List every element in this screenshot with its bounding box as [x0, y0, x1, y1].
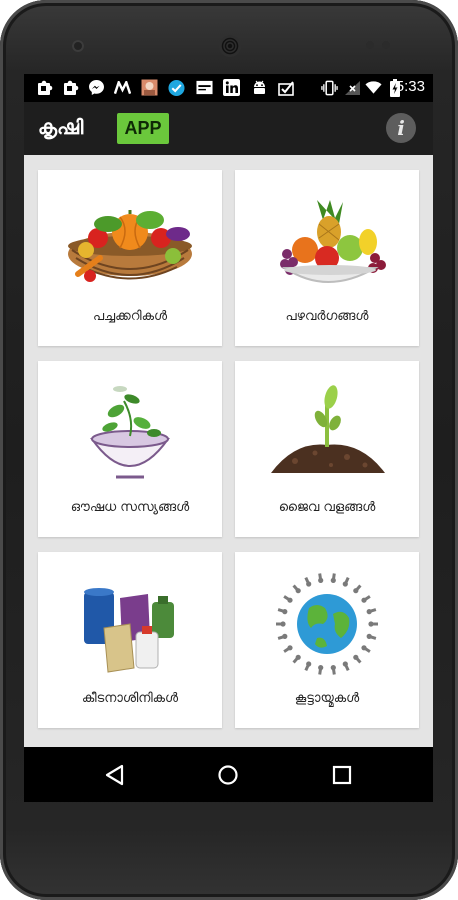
back-triangle-icon [105, 764, 124, 786]
check-box-icon [278, 79, 295, 96]
info-button[interactable]: i [386, 113, 416, 143]
news-icon [196, 79, 213, 96]
check-badge-icon [168, 79, 185, 96]
app-title: കൃഷി [38, 115, 84, 139]
front-camera [72, 40, 84, 52]
puzzle-icon [36, 79, 53, 96]
person-figure-body [318, 667, 323, 675]
person-figure-body [363, 595, 371, 602]
person-figure-body [304, 663, 311, 672]
person-figure-body [368, 608, 377, 614]
person-figure-body [354, 656, 362, 664]
category-card-communities[interactable]: കൂട്ടായ്മകൾ [235, 552, 419, 728]
app-badge: APP [117, 113, 169, 144]
person-figure-body [292, 584, 300, 592]
fruit-bowl-icon [235, 170, 419, 300]
m-logo-icon [114, 79, 131, 96]
wifi-icon [365, 79, 382, 96]
vibrate-icon [321, 79, 338, 96]
person-figure-body [292, 656, 300, 664]
person-figure-body [283, 646, 291, 653]
category-label: കീടനാശിനികൾ [81, 691, 179, 706]
category-card-pesticides[interactable]: കീടനാശിനികൾ [38, 552, 222, 728]
info-icon: i [397, 116, 405, 140]
home-circle-icon [218, 765, 238, 785]
recents-square-icon [332, 765, 352, 785]
category-label: ജൈവ വളങ്ങൾ [278, 500, 376, 515]
category-card-herbs[interactable]: ഔഷധ സസ്യങ്ങൾ [38, 361, 222, 537]
navigation-bar [24, 747, 433, 802]
proximity-sensor [366, 41, 374, 49]
phone-frame: 5:33 കൃഷി APP i പച്ചക്കറികൾ പഴവർഗങ്ങൾ ഔഷ… [0, 0, 458, 900]
android-icon [251, 79, 268, 96]
person-figure-body [331, 667, 336, 675]
category-label: കൂട്ടായ്മകൾ [294, 691, 360, 706]
recents-button[interactable] [327, 761, 357, 789]
home-button[interactable] [213, 761, 243, 789]
category-card-vegetables[interactable]: പച്ചക്കറികൾ [38, 170, 222, 346]
category-card-organic-fertilizer[interactable]: ജൈവ വളങ്ങൾ [235, 361, 419, 537]
person-figure-body [368, 634, 377, 640]
category-label: ഔഷധ സസ്യങ്ങൾ [70, 500, 190, 515]
linkedin-icon [223, 79, 240, 96]
person-figure-body [277, 608, 286, 614]
person-figure-body [331, 573, 336, 581]
seedling-soil-icon [235, 361, 419, 491]
pesticide-containers-icon [38, 552, 222, 682]
category-label: പച്ചക്കറികൾ [92, 309, 168, 324]
screen: 5:33 കൃഷി APP i പച്ചക്കറികൾ പഴവർഗങ്ങൾ ഔഷ… [24, 74, 433, 802]
person-figure-body [363, 646, 371, 653]
puzzle-icon [62, 79, 79, 96]
category-card-fruits[interactable]: പഴവർഗങ്ങൾ [235, 170, 419, 346]
messenger-icon [88, 79, 105, 96]
category-label: പഴവർഗങ്ങൾ [285, 309, 369, 324]
category-grid: പച്ചക്കറികൾ പഴവർഗങ്ങൾ ഔഷധ സസ്യങ്ങൾ ജൈവ വ… [24, 155, 433, 747]
herb-mortar-icon [38, 361, 222, 491]
light-sensor [382, 41, 390, 49]
person-figure-body [283, 595, 291, 602]
person-figure-body [304, 576, 311, 585]
globe-people-icon [235, 552, 419, 682]
person-figure-body [277, 634, 286, 640]
person-figure-body [354, 584, 362, 592]
photo-icon [141, 79, 158, 96]
person-figure-body [318, 573, 323, 581]
person-figure-body [343, 663, 350, 672]
status-time: 5:33 [395, 78, 425, 95]
earpiece-speaker [219, 35, 241, 57]
signal-off-icon [344, 79, 361, 96]
status-bar: 5:33 [24, 74, 433, 102]
person-figure-body [343, 576, 350, 585]
app-bar: കൃഷി APP i [24, 102, 433, 155]
back-button[interactable] [100, 761, 130, 789]
vegetable-basket-icon [38, 170, 222, 300]
